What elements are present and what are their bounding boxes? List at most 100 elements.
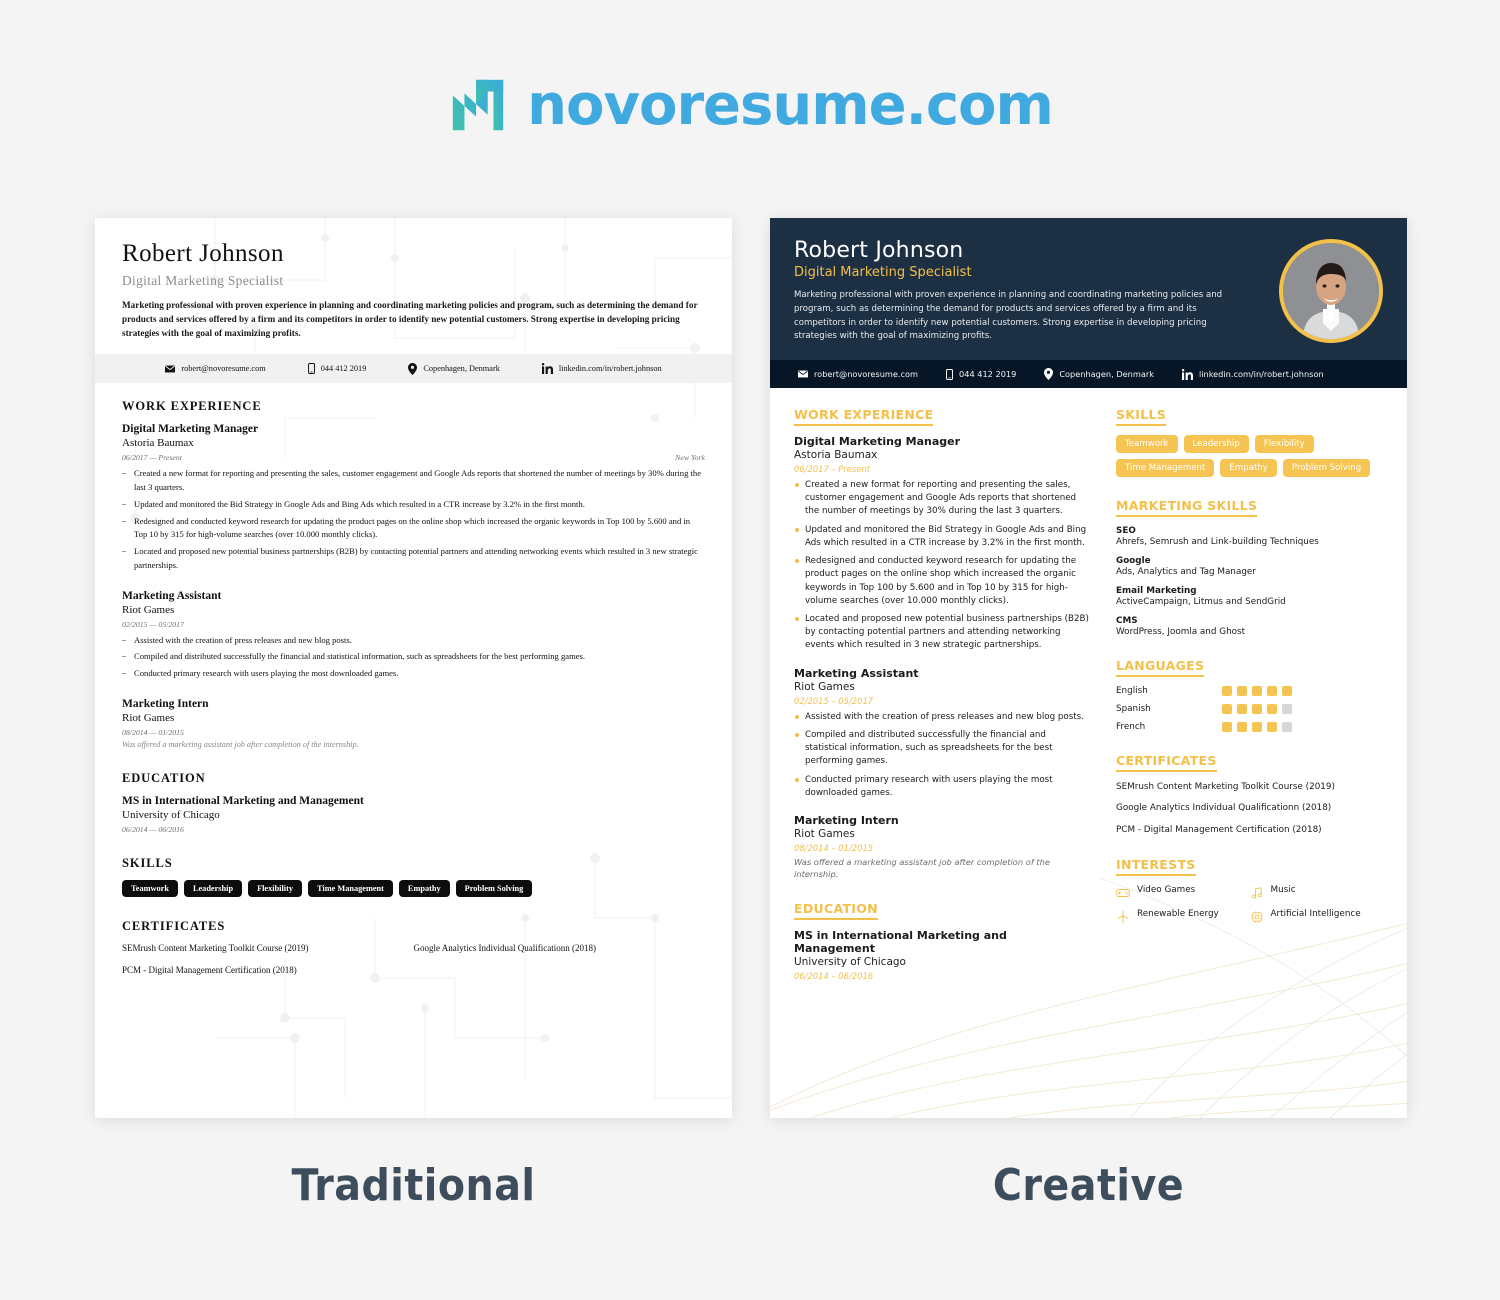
creative-resume-panel: Robert Johnson Digital Marketing Special… [770,218,1407,1118]
section-heading-work-experience: WORK EXPERIENCE [794,407,934,426]
section-heading-certificates: CERTIFICATES [1116,753,1217,772]
education-date: 06/2014 — 06/2016 [122,824,184,834]
creative-sidebar-column: SKILLS Teamwork Leadership Flexibility T… [1116,404,1383,999]
skills-pill-list: Teamwork Leadership Flexibility Time Man… [1116,435,1383,477]
traditional-work-experience-section: WORK EXPERIENCE Digital Marketing Manage… [122,399,705,749]
envelope-icon [798,370,808,378]
creative-work-experience-section: WORK EXPERIENCE Digital Marketing Manage… [794,404,1090,880]
contact-linkedin[interactable]: linkedin.com/in/robert.johnson [541,363,662,375]
job-meta: 02/2015 — 05/2017 [122,620,705,629]
education-date: 06/2014 – 06/2016 [794,970,874,981]
marketing-skill-item: Google Ads, Analytics and Tag Manager [1116,556,1383,577]
job-entry: Marketing Assistant Riot Games 02/2015 –… [794,667,1090,800]
language-level-square [1252,704,1262,714]
education-degree: MS in International Marketing and Manage… [122,794,364,807]
interests-grid: Video Games Music Renewable Energy Artif… [1116,885,1383,933]
certificate-item: Google Analytics Individual Qualificatio… [413,942,596,953]
creative-marketing-skills-section: MARKETING SKILLS SEO Ahrefs, Semrush and… [1116,495,1383,637]
job-note: Was offered a marketing assistant job af… [794,856,1051,879]
interest-label: Renewable Energy [1137,908,1219,919]
language-level-square [1222,686,1232,696]
job-entry: Digital Marketing Manager Astoria Baumax… [794,435,1090,653]
language-level-square [1237,722,1247,732]
marketing-skill-title: CMS [1116,616,1138,626]
contact-email[interactable]: robert@novoresume.com [165,364,266,374]
education-school: University of Chicago [122,808,220,821]
section-heading-education: EDUCATION [122,770,206,785]
language-level-square [1267,686,1277,696]
phone-icon [946,368,953,380]
language-level-square [1222,704,1232,714]
wind-turbine-icon [1117,910,1129,924]
creative-interests-section: INTERESTS Video Games Music Renewable En… [1116,854,1383,933]
education-degree: MS in International Marketing and Manage… [794,928,1007,955]
job-bullet: Assisted with the creation of press rele… [794,711,1090,724]
marketing-skill-title: Google [1116,556,1151,566]
traditional-contact-bar: robert@novoresume.com 044 412 2019 Copen… [95,354,732,384]
contact-email[interactable]: robert@novoresume.com [798,369,918,379]
contact-phone[interactable]: 044 412 2019 [946,368,1017,380]
caption-traditional: Traditional [291,1160,536,1211]
contact-email-text: robert@novoresume.com [814,369,919,379]
marketing-skill-detail: WordPress, Joomla and Ghost [1116,627,1246,637]
language-name: English [1116,686,1148,696]
traditional-skills-section: SKILLS Teamwork Leadership Flexibility T… [122,856,705,897]
linkedin-icon [1181,368,1193,380]
interest-label: Music [1270,884,1296,895]
phone-icon [307,363,315,375]
job-bullet: Conducted primary research with users pl… [122,666,705,681]
job-bullet: Conducted primary research with users pl… [794,774,1090,800]
job-entry: Digital Marketing Manager Astoria Baumax… [122,423,705,572]
music-note-icon [1251,887,1262,899]
linkedin-icon [541,363,553,375]
caption-creative: Creative [992,1160,1185,1211]
language-level-square [1267,704,1277,714]
job-company: Riot Games [122,603,175,616]
skill-pill: Empathy [398,879,450,897]
certificate-item: PCM - Digital Management Certification (… [1116,824,1322,835]
job-title: Marketing Intern [794,813,899,827]
marketing-skill-item: SEO Ahrefs, Semrush and Link-building Te… [1116,526,1383,547]
language-row: Spanish [1116,704,1383,714]
language-level-square [1282,704,1292,714]
skill-pill: Flexibility [248,879,303,897]
creative-skills-section: SKILLS Teamwork Leadership Flexibility T… [1116,404,1383,477]
gamepad-icon [1116,888,1130,897]
creative-contact-bar: robert@novoresume.com 044 412 2019 Copen… [770,360,1407,388]
contact-phone-text: 044 412 2019 [959,369,1017,379]
interest-item: Renewable Energy [1116,909,1250,924]
contact-location[interactable]: Copenhagen, Denmark [1044,368,1154,380]
job-company: Riot Games [794,680,855,693]
job-note: Was offered a marketing assistant job af… [122,739,359,749]
traditional-certificates-section: CERTIFICATES SEMrush Content Marketing T… [122,919,705,987]
creative-main-column: WORK EXPERIENCE Digital Marketing Manage… [794,404,1090,999]
language-row: French [1116,722,1383,732]
job-bullet: Compiled and distributed successfully th… [122,649,705,664]
contact-phone-text: 044 412 2019 [320,364,367,374]
job-meta: 06/2017 — Present New York [122,453,705,462]
education-meta: 06/2014 — 06/2016 [122,825,705,834]
skill-pill: Time Management [308,879,393,897]
section-heading-skills: SKILLS [1116,407,1167,426]
skill-pill: Leadership [1183,435,1249,453]
traditional-header: Robert Johnson Digital Marketing Special… [95,218,732,354]
certificate-item: PCM - Digital Management Certification (… [122,964,297,975]
language-level-square [1237,686,1247,696]
skill-pill: Flexibility [1254,435,1314,453]
envelope-icon [165,365,176,373]
creative-languages-section: LANGUAGES English Spanish French [1116,655,1383,732]
contact-linkedin[interactable]: linkedin.com/in/robert.johnson [1181,368,1324,380]
contact-location[interactable]: Copenhagen, Denmark [408,362,500,375]
skills-pill-list: Teamwork Leadership Flexibility Time Man… [122,879,705,897]
contact-phone[interactable]: 044 412 2019 [307,363,367,375]
job-entry: Marketing Intern Riot Games 08/2014 – 01… [794,814,1090,880]
profile-summary: Marketing professional with proven exper… [794,290,1223,342]
interest-item: Artificial Intelligence [1250,909,1384,924]
certificates-list: SEMrush Content Marketing Toolkit Course… [122,943,705,987]
map-pin-icon [408,362,418,375]
contact-email-text: robert@novoresume.com [181,364,266,374]
cpu-chip-icon [1250,911,1263,923]
job-bullet: Updated and monitored the Bid Strategy i… [122,497,705,512]
certificate-item: SEMrush Content Marketing Toolkit Course… [122,942,309,953]
job-bullet: Located and proposed new potential busin… [794,613,1090,653]
